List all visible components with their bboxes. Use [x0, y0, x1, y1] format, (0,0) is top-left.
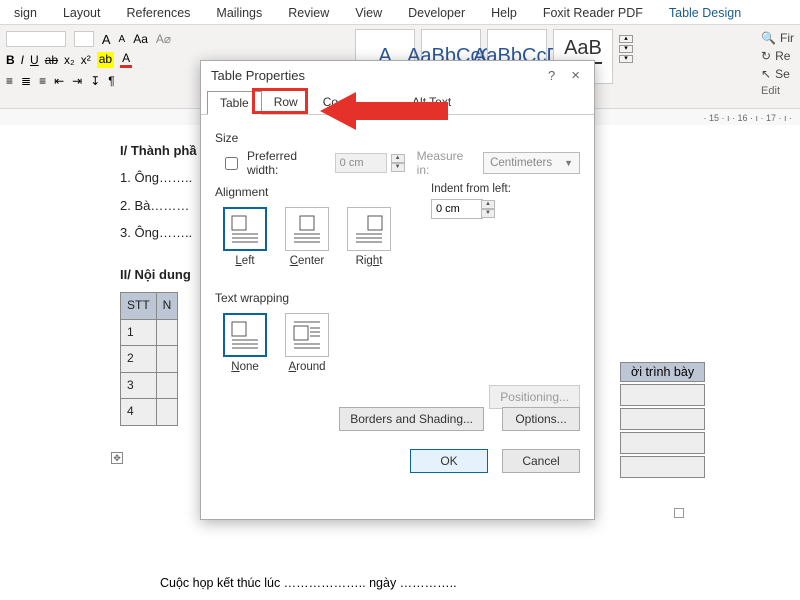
- preferred-width-spinner: ▲▼: [391, 154, 405, 172]
- tab-table-design[interactable]: Table Design: [663, 2, 747, 24]
- table-resize-handle-icon[interactable]: [674, 508, 684, 518]
- borders-shading-button[interactable]: Borders and Shading...: [339, 407, 484, 431]
- tab-mailings[interactable]: Mailings: [210, 2, 268, 24]
- wrap-around-option[interactable]: [285, 313, 329, 357]
- preferred-width-label: Preferred width:: [247, 149, 329, 177]
- strikethrough-icon[interactable]: ab: [45, 53, 58, 67]
- numbering-icon[interactable]: ≣: [21, 74, 31, 88]
- editing-group: 🔍Fir ↻Re ↖Se Edit: [761, 31, 794, 101]
- th-trinhbay: ời trình bày: [620, 362, 705, 382]
- dialog-tabs: Table Row Co Alt Text: [201, 90, 594, 115]
- align-left-option[interactable]: [223, 207, 267, 251]
- tab-developer[interactable]: Developer: [402, 2, 471, 24]
- replace-icon: ↻: [761, 49, 771, 63]
- size-section: Size: [215, 131, 580, 145]
- align-right-label: Right: [356, 255, 383, 267]
- indent-input[interactable]: [431, 199, 483, 219]
- tab-design[interactable]: sign: [8, 2, 43, 24]
- superscript-icon[interactable]: x²: [81, 53, 91, 67]
- table-move-handle-icon[interactable]: ✥: [111, 452, 123, 464]
- table-row[interactable]: 4: [121, 399, 157, 426]
- tab-column-props[interactable]: Co: [310, 90, 351, 114]
- replace-button[interactable]: ↻Re: [761, 49, 794, 63]
- bullets-icon[interactable]: ≡: [6, 74, 13, 88]
- paragraph-icon[interactable]: ¶: [108, 74, 114, 88]
- measure-in-label: Measure in:: [417, 149, 477, 177]
- tab-references[interactable]: References: [120, 2, 196, 24]
- font-selector[interactable]: [6, 31, 66, 47]
- tab-cell-props[interactable]: [350, 90, 400, 114]
- preferred-width-checkbox[interactable]: [225, 157, 238, 170]
- th-stt: STT: [121, 292, 157, 319]
- changecase-icon[interactable]: Aa: [133, 32, 148, 46]
- clearformat-icon[interactable]: A⌀: [156, 32, 171, 46]
- tab-alttext-props[interactable]: Alt Text: [399, 90, 464, 114]
- cancel-button[interactable]: Cancel: [502, 449, 580, 473]
- ok-button[interactable]: OK: [410, 449, 488, 473]
- doc-table[interactable]: STTN 1 2 3 4: [120, 292, 178, 426]
- options-button[interactable]: Options...: [502, 407, 580, 431]
- alignment-section: Alignment: [215, 185, 580, 199]
- wrap-around-label: Around: [288, 361, 325, 373]
- decrease-font-icon[interactable]: A: [119, 34, 126, 45]
- font-size[interactable]: [74, 31, 94, 47]
- doc-closing: Cuộc họp kết thúc lúc ……………….. ngày ……………: [160, 576, 457, 590]
- wrap-section: Text wrapping: [215, 291, 580, 305]
- doc-heading-1: I/ Thành phầ: [120, 143, 197, 158]
- multilevel-icon[interactable]: ≡: [39, 74, 46, 88]
- ribbon-font-group: A A Aa A⌀ B I U ab x₂ x² ab A ≡ ≣ ≡ ⇤ ⇥ …: [6, 31, 171, 88]
- inc-indent-icon[interactable]: ⇥: [72, 74, 82, 88]
- align-right-option[interactable]: [347, 207, 391, 251]
- table-properties-dialog: Table Properties ? × Table Row Co Alt Te…: [200, 60, 595, 520]
- measure-in-select: Centimeters▼: [483, 152, 580, 174]
- chevron-down-icon: ▼: [564, 158, 573, 168]
- ruler-ticks: · 15 · ı · 16 · ı · 17 · ı ·: [703, 113, 792, 123]
- table-row[interactable]: 3: [121, 372, 157, 399]
- ribbon-tabs: sign Layout References Mailings Review V…: [0, 0, 800, 24]
- select-button[interactable]: ↖Se: [761, 67, 794, 81]
- indent-label: Indent from left:: [431, 183, 511, 195]
- dialog-help-icon[interactable]: ?: [548, 68, 555, 83]
- table-row[interactable]: 1: [121, 319, 157, 346]
- align-left-label: Left: [235, 255, 254, 267]
- underline-icon[interactable]: U: [30, 53, 39, 67]
- align-center-label: Center: [290, 255, 325, 267]
- styles-expand-icon[interactable]: ▴ ▾ ▾: [619, 35, 633, 63]
- dec-indent-icon[interactable]: ⇤: [54, 74, 64, 88]
- subscript-icon[interactable]: x₂: [64, 53, 75, 67]
- wrap-none-option[interactable]: [223, 313, 267, 357]
- bold-icon[interactable]: B: [6, 53, 15, 67]
- close-icon[interactable]: ×: [567, 67, 584, 84]
- tab-foxit[interactable]: Foxit Reader PDF: [537, 2, 649, 24]
- tab-layout[interactable]: Layout: [57, 2, 107, 24]
- align-center-option[interactable]: [285, 207, 329, 251]
- find-button[interactable]: 🔍Fir: [761, 31, 794, 45]
- tab-review[interactable]: Review: [282, 2, 335, 24]
- dialog-title: Table Properties: [211, 68, 305, 83]
- italic-icon[interactable]: I: [21, 53, 24, 67]
- doc-heading-2: II/ Nội dung: [120, 267, 191, 282]
- row-tab-highlight: [252, 88, 308, 114]
- table-row[interactable]: 2: [121, 346, 157, 373]
- wrap-none-label: None: [231, 361, 259, 373]
- indent-spinner[interactable]: ▲▼: [481, 200, 495, 218]
- search-icon: 🔍: [761, 31, 776, 45]
- tab-view[interactable]: View: [349, 2, 388, 24]
- th-n: N: [156, 292, 178, 319]
- doc-table-right: ời trình bày: [618, 360, 707, 480]
- indent-from-left: Indent from left: ▲▼: [431, 183, 511, 219]
- tab-help[interactable]: Help: [485, 2, 523, 24]
- editing-label: Edit: [761, 85, 794, 97]
- preferred-width-input: [335, 153, 387, 173]
- highlight-icon[interactable]: ab: [97, 52, 114, 68]
- positioning-button: Positioning...: [489, 385, 580, 409]
- increase-font-icon[interactable]: A: [102, 32, 111, 47]
- fontcolor-icon[interactable]: A: [120, 51, 132, 68]
- sort-icon[interactable]: ↧: [90, 74, 100, 88]
- cursor-icon: ↖: [761, 67, 771, 81]
